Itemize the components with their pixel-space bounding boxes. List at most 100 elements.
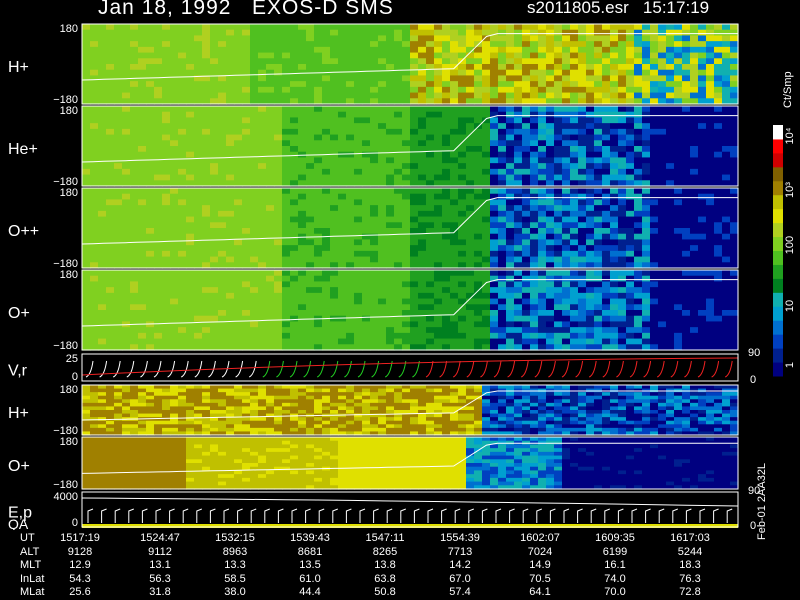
heatmap-cell <box>402 157 411 164</box>
heatmap-cell <box>274 111 283 119</box>
heatmap-cell <box>394 46 403 54</box>
heatmap-cell <box>426 92 435 99</box>
heatmap-cell <box>426 35 435 42</box>
heatmap-cell <box>562 327 571 334</box>
heatmap-cell <box>282 46 291 54</box>
heatmap-cell <box>394 168 403 176</box>
heatmap-cell <box>202 315 211 323</box>
heatmap-cell <box>482 210 491 218</box>
heatmap-cell <box>626 327 635 334</box>
heatmap-cell <box>690 270 699 277</box>
heatmap-cell <box>330 111 339 119</box>
heatmap-cell <box>402 140 411 147</box>
heatmap-cell <box>506 146 515 153</box>
heatmap-cell <box>154 117 163 124</box>
heatmap-cell <box>506 287 515 294</box>
heatmap-cell <box>130 205 139 212</box>
heatmap-cell <box>218 117 227 124</box>
heatmap-cell <box>714 188 723 195</box>
heatmap-cell <box>586 327 595 334</box>
heatmap-cell <box>722 270 731 277</box>
heatmap-cell <box>90 188 99 195</box>
heatmap-cell <box>466 304 475 311</box>
heatmap-cell <box>378 222 387 229</box>
heatmap-cell <box>498 58 507 65</box>
heatmap-cell <box>154 427 163 433</box>
heatmap-cell <box>570 128 579 136</box>
heatmap-cell <box>610 298 619 305</box>
heatmap-cell <box>306 117 315 124</box>
heatmap-cell <box>578 24 587 31</box>
heatmap-cell <box>602 222 611 229</box>
heatmap-cell <box>474 216 483 223</box>
heatmap-cell <box>474 81 483 88</box>
heatmap-cell <box>650 222 659 229</box>
heatmap-cell <box>554 151 563 159</box>
heatmap-cell <box>402 256 411 263</box>
heatmap-cell <box>346 134 355 141</box>
heatmap-cell <box>106 281 115 288</box>
heatmap-cell <box>322 157 331 164</box>
heatmap-cell <box>698 29 707 37</box>
heatmap-cell <box>98 81 107 88</box>
heatmap-cell <box>538 270 547 277</box>
heatmap-cell <box>282 41 291 48</box>
heatmap-cell <box>314 117 323 124</box>
heatmap-cell <box>362 332 371 340</box>
heatmap-cell <box>170 275 179 283</box>
heatmap-cell <box>666 210 675 218</box>
heatmap-cell <box>114 287 123 294</box>
heatmap-cell <box>514 205 523 212</box>
heatmap-cell <box>322 168 331 176</box>
heatmap-cell <box>506 338 515 345</box>
heatmap-cell <box>298 111 307 119</box>
heatmap-cell <box>186 395 195 400</box>
heatmap-cell <box>354 134 363 141</box>
heatmap-cell <box>410 24 419 31</box>
heatmap-cell <box>178 427 187 433</box>
heatmap-cell <box>506 111 515 119</box>
heatmap-cell <box>250 157 259 164</box>
heatmap-cell <box>250 287 259 294</box>
heatmap-cell <box>514 151 523 159</box>
heatmap-cell <box>82 205 91 212</box>
heatmap-cell <box>202 388 211 393</box>
heatmap-cell <box>338 24 347 31</box>
heatmap-cell <box>266 321 275 328</box>
heatmap-cell <box>234 168 243 176</box>
heatmap-cell <box>162 157 171 164</box>
heatmap-cell <box>714 321 723 328</box>
heatmap-cell <box>194 146 203 153</box>
heatmap-cell <box>306 146 315 153</box>
heatmap-cell <box>330 157 339 164</box>
heatmap-cell <box>562 123 571 130</box>
heatmap-cell <box>594 327 603 334</box>
heatmap-cell <box>170 256 179 263</box>
heatmap-cell <box>258 427 267 433</box>
heatmap-cell <box>554 111 563 119</box>
heatmap-cell <box>226 46 235 54</box>
heatmap-cell <box>522 210 531 218</box>
heatmap-cell <box>234 86 243 94</box>
heatmap-cell <box>218 163 227 170</box>
heatmap-cell <box>306 46 315 54</box>
heatmap-cell <box>490 75 499 82</box>
heatmap-cell <box>234 46 243 54</box>
heatmap-cell <box>226 281 235 288</box>
heatmap-cell <box>90 134 99 141</box>
heatmap-cell <box>538 151 547 159</box>
heatmap-cell <box>362 35 371 42</box>
heatmap-cell <box>346 193 355 201</box>
heatmap-cell <box>658 106 667 113</box>
heatmap-cell <box>242 64 251 71</box>
heatmap-cell <box>570 298 579 305</box>
heatmap-cell <box>570 24 579 31</box>
heatmap-cell <box>330 35 339 42</box>
heatmap-cell <box>178 395 187 400</box>
heatmap-cell <box>474 304 483 311</box>
heatmap-cell <box>106 228 115 235</box>
heatmap-cell <box>122 140 131 147</box>
heatmap-cell <box>90 245 99 252</box>
heatmap-cell <box>114 81 123 88</box>
heatmap-cell <box>194 106 203 113</box>
